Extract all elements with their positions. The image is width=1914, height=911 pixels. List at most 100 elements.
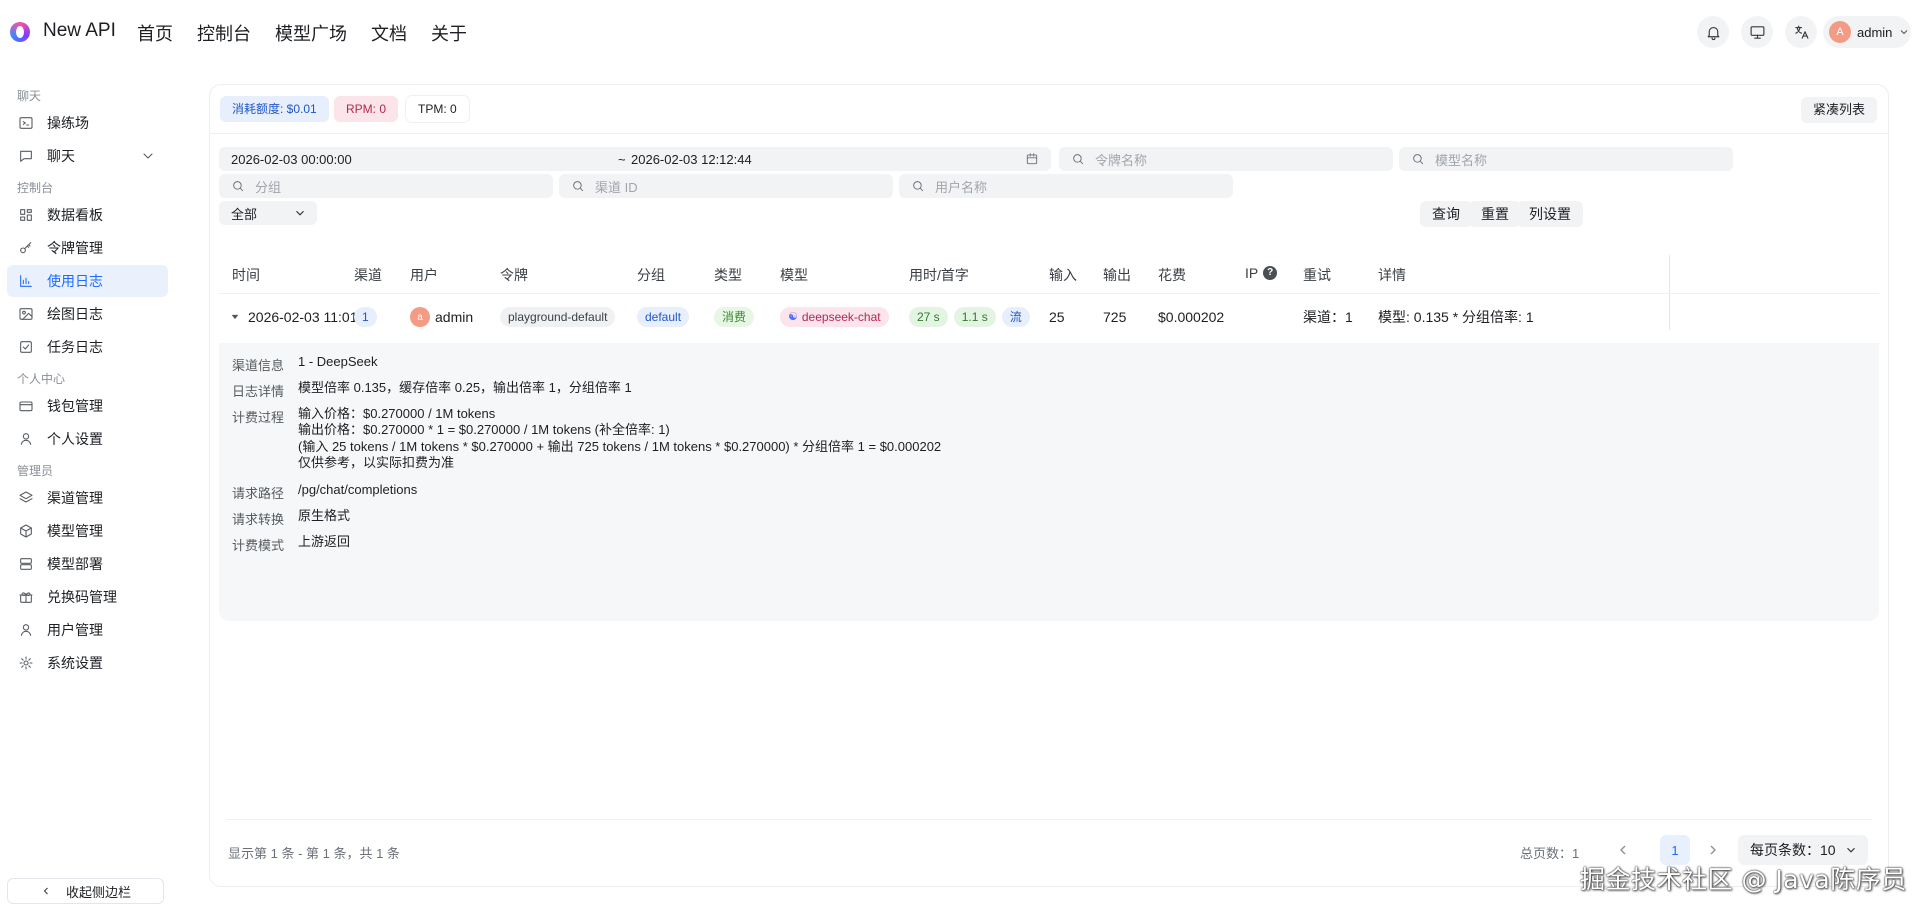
layers-icon	[18, 490, 34, 506]
search-icon	[231, 179, 245, 193]
nav-about[interactable]: 关于	[431, 20, 467, 46]
nav-model-market[interactable]: 模型广场	[275, 20, 347, 46]
detail-value: 上游返回	[298, 534, 351, 549]
sidebar-item-usage-logs[interactable]: 使用日志	[7, 265, 168, 297]
query-button[interactable]: 查询	[1420, 201, 1472, 227]
sidebar-item-tokens[interactable]: 令牌管理	[7, 232, 168, 264]
rpm-badge: RPM: 0	[334, 96, 399, 122]
first-token-tag: 1.1 s	[953, 307, 996, 327]
sidebar-item-drawing-logs[interactable]: 绘图日志	[7, 298, 168, 330]
sidebar-item-label: 渠道管理	[47, 490, 103, 506]
sidebar-item-label: 用户管理	[47, 622, 103, 638]
avatar: a	[410, 307, 430, 327]
theme-button[interactable]	[1741, 16, 1773, 48]
sidebar-section-personal: 个人中心	[17, 372, 66, 386]
collapse-sidebar-button[interactable]: 收起侧边栏	[7, 878, 164, 904]
col-ip: IP ?	[1245, 265, 1278, 281]
nav-console[interactable]: 控制台	[197, 20, 251, 46]
monitor-icon	[1750, 25, 1764, 39]
nav-home[interactable]: 首页	[137, 20, 173, 46]
prev-page-button[interactable]	[1615, 842, 1631, 858]
sidebar-item-label: 绘图日志	[47, 306, 103, 322]
sidebar-item-models[interactable]: 模型管理	[7, 515, 168, 547]
sidebar-section-chat: 聊天	[17, 89, 42, 103]
reset-button[interactable]: 重置	[1469, 201, 1521, 227]
chart-icon	[18, 273, 34, 289]
watermark: 掘金技术社区 @ Java陈序员	[1580, 865, 1907, 894]
sidebar-item-chat[interactable]: 聊天	[7, 140, 168, 172]
sidebar-item-label: 使用日志	[47, 273, 103, 289]
row-user: a admin	[410, 306, 473, 328]
sidebar-item-dashboard[interactable]: 数据看板	[7, 199, 168, 231]
model-name-placeholder: 模型名称	[1435, 152, 1488, 168]
chevron-left-icon	[43, 887, 48, 895]
sidebar-item-playground[interactable]: 操练场	[7, 107, 168, 139]
channel-id-input[interactable]: 渠道 ID	[559, 174, 893, 198]
page-size-value: 每页条数：10	[1750, 842, 1836, 858]
sidebar-item-label: 数据看板	[47, 207, 103, 223]
sidebar-item-channels[interactable]: 渠道管理	[7, 482, 168, 514]
search-icon	[571, 179, 585, 193]
group-tag: default	[637, 307, 690, 327]
sidebar-item-task-logs[interactable]: 任务日志	[7, 331, 168, 363]
wallet-icon	[18, 398, 34, 414]
model-name-input[interactable]: 模型名称	[1399, 147, 1733, 171]
sidebar-item-redeem-codes[interactable]: 兑换码管理	[7, 581, 168, 613]
model-tag[interactable]: ☯ deepseek-chat	[780, 307, 889, 327]
detail-key: 计费过程	[232, 410, 285, 425]
model-name: deepseek-chat	[801, 310, 881, 324]
top-header: New API 首页 控制台 模型广场 文档 关于 A admin	[0, 0, 1914, 64]
deepseek-icon: ☯	[788, 311, 798, 323]
user-name-input[interactable]: 用户名称	[899, 174, 1233, 198]
chevron-down-icon[interactable]	[140, 148, 156, 164]
pagination-info: 显示第 1 条 - 第 1 条，共 1 条	[228, 846, 400, 861]
chevron-right-icon	[1710, 845, 1716, 855]
user-icon	[18, 622, 34, 638]
detail-key: 渠道信息	[232, 358, 285, 373]
search-icon	[911, 179, 925, 193]
brand-name[interactable]: New API	[43, 20, 116, 42]
quota-badge: 消耗额度: $0.01	[220, 96, 329, 122]
end-time[interactable]: 2026-02-03 12:12:44	[631, 152, 752, 167]
group-input[interactable]: 分组	[219, 174, 553, 198]
detail-value: /pg/chat/completions	[298, 482, 418, 497]
sidebar-item-personal-settings[interactable]: 个人设置	[7, 423, 168, 455]
date-range-picker[interactable]: 2026-02-03 00:00:00 ~ 2026-02-03 12:12:4…	[219, 147, 1051, 171]
task-icon	[18, 339, 34, 355]
sidebar-item-users[interactable]: 用户管理	[7, 614, 168, 646]
column-settings-button[interactable]: 列设置	[1517, 201, 1583, 227]
row-cost: $0.000202	[1158, 309, 1225, 325]
notification-button[interactable]	[1697, 16, 1729, 48]
chevron-down-icon	[296, 210, 304, 216]
sidebar: 聊天 操练场 聊天 控制台 数据看板 令牌管理 使用日志 绘图日志 任务日志 个…	[0, 80, 175, 680]
sidebar-item-system-settings[interactable]: 系统设置	[7, 647, 168, 679]
row-username: admin	[435, 309, 474, 325]
logs-card: 消耗额度: $0.01 RPM: 0 TPM: 0 紧凑列表 2026-02-0…	[209, 84, 1889, 887]
user-menu[interactable]: A admin	[1823, 16, 1911, 48]
col-group: 分组	[637, 267, 665, 283]
sidebar-item-wallet[interactable]: 钱包管理	[7, 390, 168, 422]
help-icon[interactable]: ?	[1263, 266, 1278, 280]
type-tag: 消费	[714, 307, 755, 327]
start-time[interactable]: 2026-02-03 00:00:00	[231, 152, 352, 167]
caret-down-icon	[231, 314, 239, 320]
gift-icon	[18, 589, 34, 605]
col-token: 令牌	[500, 267, 528, 283]
log-type-select[interactable]: 全部	[219, 201, 317, 225]
nav-docs[interactable]: 文档	[371, 20, 407, 46]
col-retry: 重试	[1303, 267, 1331, 283]
language-button[interactable]	[1785, 16, 1817, 48]
dashboard-icon	[18, 207, 34, 223]
sidebar-item-label: 个人设置	[47, 431, 103, 447]
col-time-first-token: 用时/首字	[909, 267, 969, 283]
next-page-button[interactable]	[1705, 842, 1721, 858]
calendar-icon[interactable]	[1025, 152, 1039, 166]
compact-list-button[interactable]: 紧凑列表	[1800, 97, 1877, 123]
token-tag: playground-default	[500, 307, 616, 327]
group-placeholder: 分组	[255, 179, 282, 195]
token-name-input[interactable]: 令牌名称	[1059, 147, 1393, 171]
sidebar-item-label: 兑换码管理	[47, 589, 117, 605]
sidebar-item-model-deploy[interactable]: 模型部署	[7, 548, 168, 580]
app-logo[interactable]	[10, 22, 30, 42]
total-pages: 总页数：1	[1520, 846, 1580, 861]
